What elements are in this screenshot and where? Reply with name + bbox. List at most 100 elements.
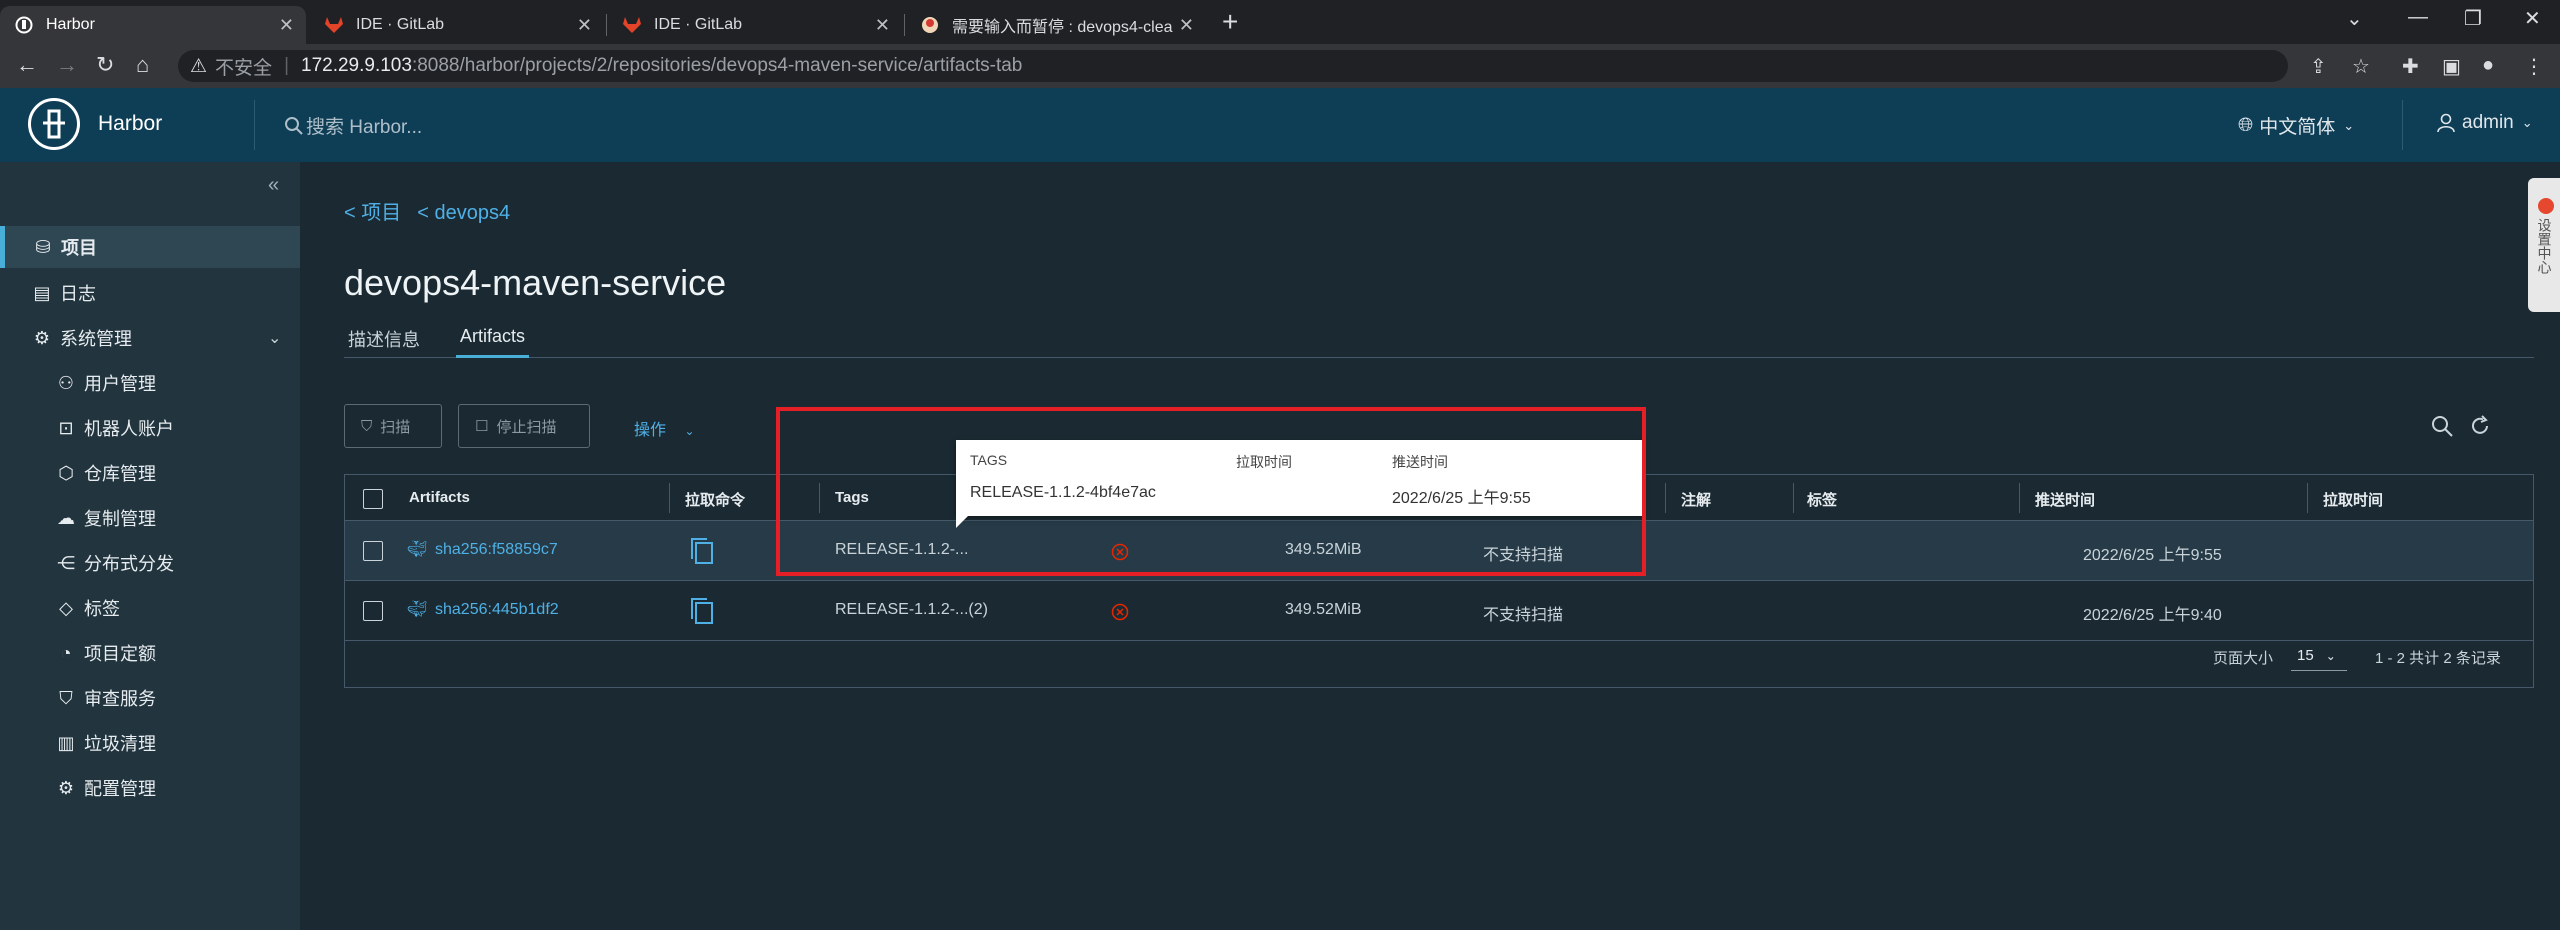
stop-scan-button[interactable]: ☐ 停止扫描 [458,404,590,448]
security-label[interactable]: 不安全 [215,53,272,80]
sidebar-item-distributions[interactable]: ⋲ 分布式分发 [0,542,300,584]
browser-tab-gitlab-2[interactable]: IDE · GitLab ✕ [608,6,902,44]
breadcrumb-project-link[interactable]: < devops4 [417,202,510,224]
sidebar-item-interrogation-services[interactable]: ⛉ 审查服务 [0,677,300,719]
sidebar-item-label: 标签 [84,599,120,619]
sidebar-item-configuration[interactable]: ⚙︎ 配置管理 [0,767,300,809]
stop-scan-button-label: 停止扫描 [496,418,557,436]
language-selector[interactable]: 🌐︎ 中文简体 ⌄ [2238,112,2354,139]
browser-tab-jenkins[interactable]: 需要输入而暂停 : devops4-clea ✕ [906,6,1206,44]
bookmark-star-icon[interactable]: ☆ [2352,54,2370,79]
scan-button[interactable]: ⛉ 扫描 [344,404,442,448]
minimize-icon[interactable]: — [2408,6,2428,29]
artifact-digest-link[interactable]: sha256:f58859c7 [435,541,558,559]
new-tab-icon[interactable]: + [1222,6,1238,38]
sidebar-item-label: 项目 [61,238,97,258]
column-separator [2307,483,2308,513]
artifact-push-time: 2022/6/25 上午9:55 [2083,547,2222,564]
sidebar-item-logs[interactable]: ▤ 日志 [0,272,300,314]
browser-tab-harbor[interactable]: Harbor ✕ [0,6,306,44]
url-field[interactable]: ⚠ 不安全 | 172.29.9.103 :8088/harbor/projec… [178,50,2288,82]
users-icon: ⚇ [57,372,75,393]
sidebar-item-labels[interactable]: ◇ 标签 [0,587,300,629]
back-arrow-icon[interactable]: ← [16,52,38,78]
tooltip-tag-name: RELEASE-1.1.2-4bf4e7ac [970,484,1156,501]
column-separator [1665,483,1666,513]
profile-icon[interactable]: ● [2482,54,2494,77]
sidebar-item-projects[interactable]: ⛁ 项目 [0,226,300,268]
column-header-pull-command[interactable]: 拉取命令 [685,489,745,510]
share-icon[interactable]: ⇪ [2310,54,2327,79]
column-separator [2019,483,2020,513]
breadcrumb-projects-link[interactable]: < 项目 [344,202,401,224]
row-checkbox[interactable] [363,601,383,621]
close-window-icon[interactable]: ✕ [2524,6,2541,31]
sidebar-item-replications[interactable]: ☁︎ 复制管理 [0,497,300,539]
copy-icon[interactable] [689,537,715,565]
tab-search-chevron-icon[interactable]: ⌄ [2346,6,2363,31]
artifact-tags[interactable]: RELEASE-1.1.2-...(2) [835,601,988,619]
forward-arrow-icon[interactable]: → [56,52,78,78]
brand-name[interactable]: Harbor [98,112,162,136]
sidebar-item-registries[interactable]: ⬡ 仓库管理 [0,452,300,494]
close-tab-icon[interactable]: ✕ [279,15,294,36]
chevron-down-icon: ⌄ [2521,115,2533,130]
tag-icon: ◇ [59,597,73,618]
column-header-labels[interactable]: 标签 [1807,489,1837,510]
browser-tab-gitlab-1[interactable]: IDE · GitLab ✕ [310,6,604,44]
tooltip-arrow [956,516,968,528]
column-header-annotations[interactable]: 注解 [1681,489,1711,510]
harbor-logo[interactable] [28,98,80,150]
tab-info[interactable]: 描述信息 [344,326,424,360]
close-tab-icon[interactable]: ✕ [577,15,592,36]
jenkins-favicon-icon [920,15,940,35]
tags-tooltip: TAGS 拉取时间 推送时间 RELEASE-1.1.2-4bf4e7ac 20… [956,440,1644,528]
sidebar-item-garbage-collection[interactable]: ▥ 垃圾清理 [0,722,300,764]
table-row[interactable]: 🐳︎ sha256:f58859c7 RELEASE-1.1.2-... 349… [345,521,2533,581]
gitlab-favicon-icon [324,15,344,35]
artifact-digest-link[interactable]: sha256:445b1df2 [435,601,559,619]
collapse-sidebar-icon[interactable]: « [268,174,279,197]
page-size-select[interactable]: 15 ⌄ [2291,641,2347,671]
column-header-tags[interactable]: Tags [835,489,869,506]
artifact-vulnerabilities: 不支持扫描 [1483,547,1564,564]
language-label: 中文简体 [2259,117,2336,138]
chevron-down-icon: ⌄ [268,330,282,347]
tab-artifacts[interactable]: Artifacts [456,326,530,358]
registry-icon: ⬡ [58,462,74,483]
refresh-icon[interactable] [2468,414,2492,438]
chevron-down-icon: ⌄ [684,424,695,438]
sidebar-item-users[interactable]: ⚇ 用户管理 [0,362,300,404]
select-all-checkbox[interactable] [363,489,383,509]
log-icon: ▤ [33,282,51,303]
lighthouse-icon [43,109,65,139]
global-search[interactable]: 搜索 Harbor... [284,112,422,139]
column-header-artifacts[interactable]: Artifacts [409,489,470,506]
extensions-puzzle-icon[interactable]: ✚ [2402,54,2419,79]
copy-icon[interactable] [689,597,715,625]
tab-title: Harbor [46,16,95,33]
app-header: Harbor 搜索 Harbor... 🌐︎ 中文简体 ⌄ admin ⌄ [0,88,2560,162]
row-checkbox[interactable] [363,541,383,561]
home-icon[interactable]: ⌂ [136,52,149,78]
artifact-tags[interactable]: RELEASE-1.1.2-... [835,541,968,559]
sidebar-item-quotas[interactable]: ◔ 项目定额 [0,632,300,674]
globe-icon: 🌐︎ [2238,114,2254,136]
column-header-pull-time[interactable]: 拉取时间 [2323,489,2383,510]
search-icon[interactable] [2430,414,2454,438]
reload-icon[interactable]: ↻ [96,52,114,78]
sidebar-item-system-admin[interactable]: ⚙︎ 系统管理 ⌄ [0,317,300,359]
sidebar-item-robot-accounts[interactable]: ⊡ 机器人账户 [0,407,300,449]
restore-icon[interactable]: ❐ [2464,6,2482,31]
column-header-push-time[interactable]: 推送时间 [2035,489,2095,510]
actions-dropdown[interactable]: 操作 ⌄ [634,416,695,440]
floating-settings-widget[interactable]: 设置中心 [2528,178,2560,312]
side-panel-icon[interactable]: ▣ [2442,54,2461,79]
url-path: :8088/harbor/projects/2/repositories/dev… [411,55,1023,76]
close-tab-icon[interactable]: ✕ [1179,15,1194,36]
column-separator [669,483,670,513]
browser-menu-icon[interactable]: ⋮ [2524,54,2544,79]
user-menu[interactable]: admin ⌄ [2436,112,2533,134]
actions-label: 操作 [634,422,667,439]
close-tab-icon[interactable]: ✕ [875,15,890,36]
